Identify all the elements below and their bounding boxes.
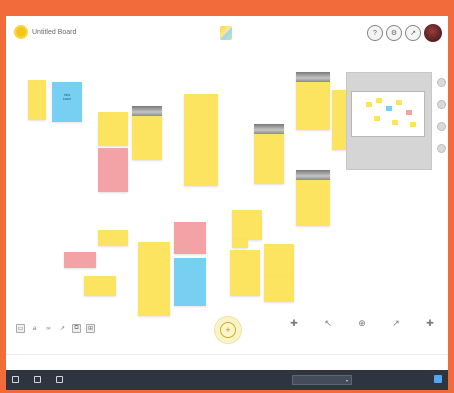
link-tool-icon[interactable]: ∞: [44, 324, 53, 333]
action-button-5[interactable]: ✚: [416, 318, 444, 331]
sticky-note[interactable]: [232, 210, 262, 240]
app-window: Untitled Board ? ⚙ ↗ Idea board ▭ a ∞ ↗ …: [6, 16, 448, 390]
sticky-note[interactable]: [232, 240, 248, 248]
smiley-logo-icon: [14, 25, 28, 39]
sticky-note[interactable]: [132, 106, 162, 160]
action-icon: ✚: [290, 318, 298, 328]
window-icon: [12, 376, 19, 383]
sticky-note[interactable]: [64, 252, 96, 268]
sticky-note[interactable]: [296, 72, 330, 130]
sticky-notes-app-icon: [220, 26, 232, 40]
sticky-note[interactable]: Idea board: [52, 82, 82, 122]
sticky-note[interactable]: [84, 276, 116, 296]
zoom-in-icon[interactable]: [436, 78, 446, 87]
sticky-note[interactable]: [28, 80, 46, 120]
note-photo: [254, 124, 284, 134]
taskbar-item-1[interactable]: [12, 376, 22, 383]
action-button-1[interactable]: ✚: [280, 318, 308, 331]
zoom-out-icon[interactable]: [436, 100, 446, 109]
sticky-note[interactable]: [264, 276, 294, 302]
taskbar-right: [418, 375, 442, 383]
board-overview-minimap[interactable]: [346, 72, 432, 170]
sticky-note[interactable]: [254, 124, 284, 184]
bottom-toolbar: ▭ a ∞ ↗ ⧉ ⊞ + ✚ ↖ ⊕ ↗ ✚: [6, 312, 448, 352]
sticky-note[interactable]: [296, 170, 330, 226]
action-button-4[interactable]: ↗: [382, 318, 410, 331]
minimap-note: [366, 102, 372, 107]
sticky-note[interactable]: [98, 112, 128, 146]
note-photo: [296, 72, 330, 82]
sticky-note[interactable]: [230, 250, 260, 296]
top-right-controls: ? ⚙ ↗: [367, 24, 442, 42]
fit-icon[interactable]: [436, 122, 446, 131]
grid-tool-icon[interactable]: ⊞: [86, 324, 95, 333]
minimap-note: [396, 100, 402, 105]
board-title-area[interactable]: Untitled Board: [14, 25, 76, 39]
action-button-2[interactable]: ↖: [314, 318, 342, 331]
board-name[interactable]: Untitled Board: [32, 29, 76, 36]
taskbar-items: [12, 376, 66, 383]
toggle-icon[interactable]: [434, 375, 442, 383]
action-icon: ✚: [426, 318, 434, 328]
minimap-viewport[interactable]: [351, 91, 425, 137]
minimap-note: [374, 116, 380, 121]
help-icon[interactable]: ?: [367, 25, 383, 41]
taskbar-item-2[interactable]: [34, 376, 44, 383]
action-icon: ↖: [324, 318, 332, 328]
action-icon: ↗: [392, 318, 400, 328]
minimap-note: [410, 122, 416, 127]
minimap-note: [376, 98, 382, 103]
tool-group: ▭ a ∞ ↗ ⧉ ⊞: [16, 324, 95, 333]
sticky-note[interactable]: [98, 148, 128, 192]
select-tool-icon[interactable]: ▭: [16, 324, 25, 333]
sticky-note[interactable]: [138, 242, 170, 316]
minimap-note: [386, 106, 392, 111]
taskbar-dropdown[interactable]: ▾: [292, 375, 352, 385]
action-icon: ⊕: [358, 318, 366, 328]
add-note-button[interactable]: +: [214, 316, 242, 344]
canvas-side-tools: [434, 78, 448, 153]
sticky-note[interactable]: [98, 230, 128, 246]
taskbar: ▾: [6, 370, 448, 390]
taskbar-item-3[interactable]: [56, 376, 66, 383]
top-bar: Untitled Board ? ⚙ ↗: [6, 16, 448, 50]
share-icon[interactable]: ↗: [405, 25, 421, 41]
window-icon: [34, 376, 41, 383]
note-photo: [296, 170, 330, 180]
action-buttons: ✚ ↖ ⊕ ↗ ✚: [280, 318, 444, 331]
plus-icon: +: [220, 322, 236, 338]
settings-icon[interactable]: ⚙: [386, 25, 402, 41]
user-avatar[interactable]: [424, 24, 442, 42]
sticky-note[interactable]: [184, 94, 218, 186]
minimap-note: [392, 120, 398, 125]
sticky-note[interactable]: [264, 244, 294, 276]
note-photo: [132, 106, 162, 116]
arrow-tool-icon[interactable]: ↗: [58, 324, 67, 333]
chevron-down-icon: ▾: [345, 377, 348, 383]
text-tool-icon[interactable]: a: [30, 324, 39, 333]
minimap-note: [406, 110, 412, 115]
window-icon: [56, 376, 63, 383]
sticky-note[interactable]: [174, 222, 206, 254]
action-button-3[interactable]: ⊕: [348, 318, 376, 331]
status-line: [6, 354, 448, 366]
board-canvas[interactable]: Idea board: [6, 50, 448, 318]
group-tool-icon[interactable]: ⧉: [72, 324, 81, 333]
collapse-icon[interactable]: [436, 144, 446, 153]
sticky-note[interactable]: [174, 258, 206, 306]
